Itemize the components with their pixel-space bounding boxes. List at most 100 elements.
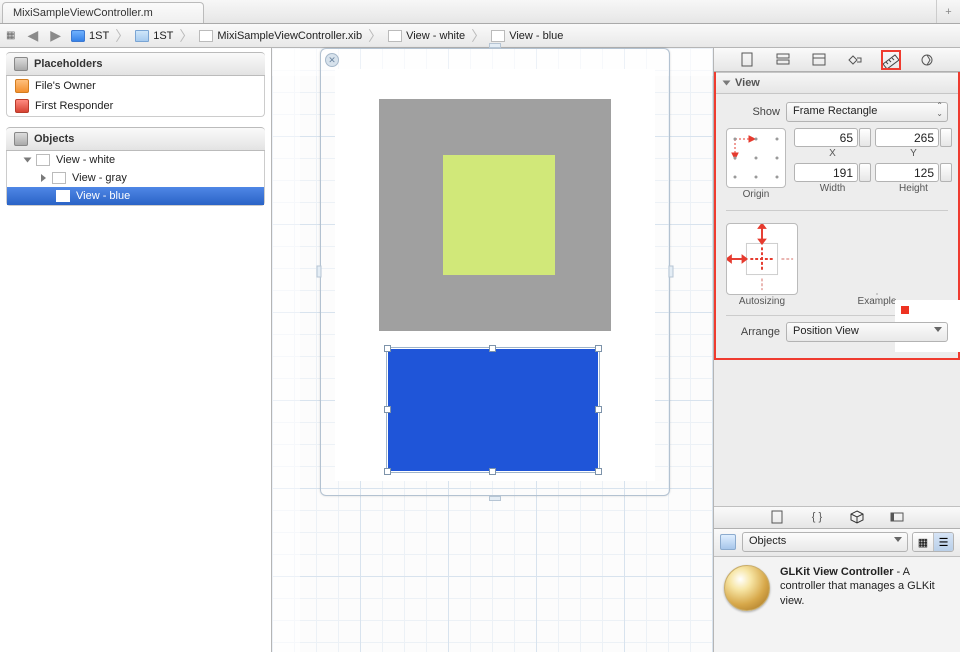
view-gray[interactable] [379,99,611,331]
y-stepper[interactable] [940,128,952,147]
y-field[interactable] [875,128,939,147]
outline-blank [0,212,271,652]
autosizing-control[interactable] [726,223,798,295]
close-view-button[interactable]: ✕ [325,53,339,67]
tree-row-blue[interactable]: View - blue [7,187,264,205]
media-library-tab[interactable] [888,508,906,526]
arrange-label: Arrange [726,326,780,338]
separator [726,210,948,211]
crumb-file[interactable]: MixiSampleViewController.xib [195,30,366,42]
x-label: X [829,148,836,159]
library-item-text: GLKit View Controller - A controller tha… [780,565,950,611]
show-label: Show [726,106,780,118]
view-green[interactable] [443,155,555,275]
crumb-sep: 〉 [366,26,384,46]
firstresponder-icon [15,99,29,113]
filesowner-icon [15,79,29,93]
view-icon [56,190,70,202]
disclosure-icon[interactable] [24,158,32,163]
object-library-tab[interactable] [848,508,866,526]
origin-picker[interactable] [726,128,786,188]
file-inspector-tab[interactable] [738,51,756,69]
library-tabs: { } [714,507,960,529]
edge-knob[interactable] [489,496,501,501]
add-tab-button[interactable]: + [936,0,960,23]
objects-list: View - white View - gray View - blue [6,151,265,206]
view-icon [388,30,402,42]
crumb-view-blue[interactable]: View - blue [487,30,567,42]
example-view-dot [901,306,909,314]
canvas[interactable]: ✕ [272,48,713,652]
objects-header[interactable]: Objects [6,127,265,151]
back-button[interactable]: ◀ [21,27,44,44]
edge-knob[interactable] [489,43,501,48]
placeholders-header[interactable]: Placeholders [6,52,265,76]
inspector-tabs [714,48,960,72]
file-tab[interactable]: MixiSampleViewController.m [2,2,204,23]
section-title: View [735,77,760,89]
library-item[interactable]: GLKit View Controller - A controller tha… [714,557,960,619]
grid-mode-button[interactable]: ▦ [913,533,933,551]
height-stepper[interactable] [940,163,952,182]
attributes-inspector-tab[interactable] [846,51,864,69]
resize-handle[interactable] [595,345,602,352]
resize-handle[interactable] [489,468,496,475]
outline-panel: Placeholders File's Owner First Responde… [0,48,272,652]
placeholder-firstresponder[interactable]: First Responder [7,96,264,116]
edge-knob[interactable] [317,266,322,278]
crumb-view-white[interactable]: View - white [384,30,469,42]
y-label: Y [910,148,917,159]
forward-button[interactable]: ▶ [44,27,67,44]
code-snippet-library-tab[interactable]: { } [808,508,826,526]
library-item-icon [724,565,770,611]
resize-handle[interactable] [384,345,391,352]
resize-handle[interactable] [595,406,602,413]
connections-inspector-tab[interactable] [918,51,936,69]
selection-outline [386,347,600,473]
view-white[interactable] [335,69,655,481]
resize-handle[interactable] [384,406,391,413]
resize-handle[interactable] [595,468,602,475]
utilities-panel: View Show Frame Rectangle [713,48,960,652]
crumb-folder[interactable]: 1ST [131,30,177,42]
xib-icon [199,30,213,42]
autosizing-example [876,293,878,295]
jump-bar: ▦ ◀ ▶ 1ST 〉 1ST 〉 MixiSampleViewControll… [0,24,960,48]
tree-row-white[interactable]: View - white [7,151,264,169]
ruler-left [272,48,300,652]
related-items-icon[interactable]: ▦ [6,30,15,41]
quick-help-tab[interactable] [774,51,792,69]
resize-handle[interactable] [384,468,391,475]
size-inspector-highlight: View Show Frame Rectangle [714,72,960,360]
width-label: Width [820,183,846,194]
x-stepper[interactable] [859,128,871,147]
disclosure-icon[interactable] [41,174,46,182]
placeholder-filesowner[interactable]: File's Owner [7,76,264,96]
width-field[interactable] [794,163,858,182]
disclosure-icon [723,81,731,86]
edge-knob[interactable] [669,266,674,278]
view-icon [52,172,66,184]
file-template-library-tab[interactable] [768,508,786,526]
height-field[interactable] [875,163,939,182]
show-select[interactable]: Frame Rectangle [786,102,948,122]
x-field[interactable] [794,128,858,147]
tree-row-gray[interactable]: View - gray [7,169,264,187]
view-icon [36,154,50,166]
library-filter-select[interactable]: Objects [742,532,908,552]
library-view-mode[interactable]: ▦ ☰ [912,532,954,552]
view-blue[interactable] [388,349,598,471]
resize-handle[interactable] [489,345,496,352]
arrange-select[interactable]: Position View [786,322,948,342]
example-label: Example [858,296,897,307]
width-stepper[interactable] [859,163,871,182]
autosizing-row: Autosizing Example [716,217,958,313]
top-level-view-frame[interactable]: ✕ [320,48,670,496]
placeholders-list: File's Owner First Responder [6,76,265,117]
list-mode-button[interactable]: ☰ [933,533,953,551]
identity-inspector-tab[interactable] [810,51,828,69]
crumb-project[interactable]: 1ST [67,30,113,42]
crumb-sep: 〉 [469,26,487,46]
size-inspector-tab[interactable] [882,51,900,69]
section-view-header[interactable]: View [716,72,958,94]
